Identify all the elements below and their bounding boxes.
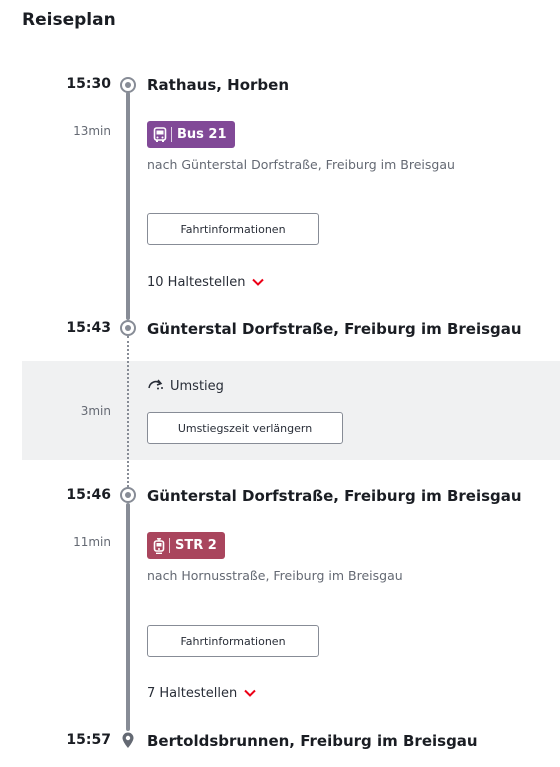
- trip-info-button[interactable]: Fahrtinformationen: [147, 213, 319, 245]
- transfer-label: Umstieg: [148, 378, 224, 394]
- timeline-line-leg-2: [126, 503, 130, 731]
- chevron-down-icon: [244, 686, 256, 701]
- timeline-node-icon: [120, 487, 136, 503]
- line-label: STR 2: [175, 538, 217, 553]
- station-name[interactable]: Rathaus, Horben: [147, 76, 289, 94]
- arrival-time: 15:57: [66, 732, 111, 748]
- leg-duration: 13min: [73, 124, 111, 138]
- leg-direction: nach Hornusstraße, Freiburg im Breisgau: [147, 568, 403, 583]
- trip-info-button[interactable]: Fahrtinformationen: [147, 625, 319, 657]
- timeline-node-icon: [120, 320, 136, 336]
- bus-icon: [153, 126, 167, 143]
- stops-toggle[interactable]: 7 Haltestellen: [147, 686, 256, 701]
- transfer-duration: 3min: [80, 404, 111, 418]
- line-badge-bus[interactable]: Bus 21: [147, 121, 235, 148]
- stops-count: 7 Haltestellen: [147, 686, 238, 701]
- timeline-line-leg-1: [126, 92, 130, 320]
- leg-direction: nach Günterstal Dorfstraße, Freiburg im …: [147, 157, 455, 172]
- page-title: Reiseplan: [22, 10, 116, 30]
- station-name[interactable]: Günterstal Dorfstraße, Freiburg im Breis…: [147, 487, 522, 505]
- line-label: Bus 21: [177, 127, 227, 142]
- stops-count: 10 Haltestellen: [147, 275, 246, 290]
- departure-time: 15:46: [66, 487, 111, 503]
- station-name[interactable]: Günterstal Dorfstraße, Freiburg im Breis…: [147, 320, 522, 338]
- timeline-line-transfer: [127, 336, 129, 487]
- destination-pin-icon: [121, 731, 135, 749]
- leg-duration: 11min: [73, 535, 111, 549]
- tram-icon: [153, 537, 165, 554]
- transfer-icon: [148, 378, 170, 394]
- chevron-down-icon: [252, 275, 265, 290]
- arrival-time: 15:43: [66, 320, 111, 336]
- line-badge-tram[interactable]: STR 2: [147, 532, 225, 559]
- timeline-node-icon: [120, 77, 136, 93]
- departure-time: 15:30: [66, 76, 111, 92]
- extend-transfer-button[interactable]: Umstiegszeit verlängern: [147, 412, 343, 444]
- stops-toggle[interactable]: 10 Haltestellen: [147, 275, 265, 290]
- station-name[interactable]: Bertoldsbrunnen, Freiburg im Breisgau: [147, 732, 478, 750]
